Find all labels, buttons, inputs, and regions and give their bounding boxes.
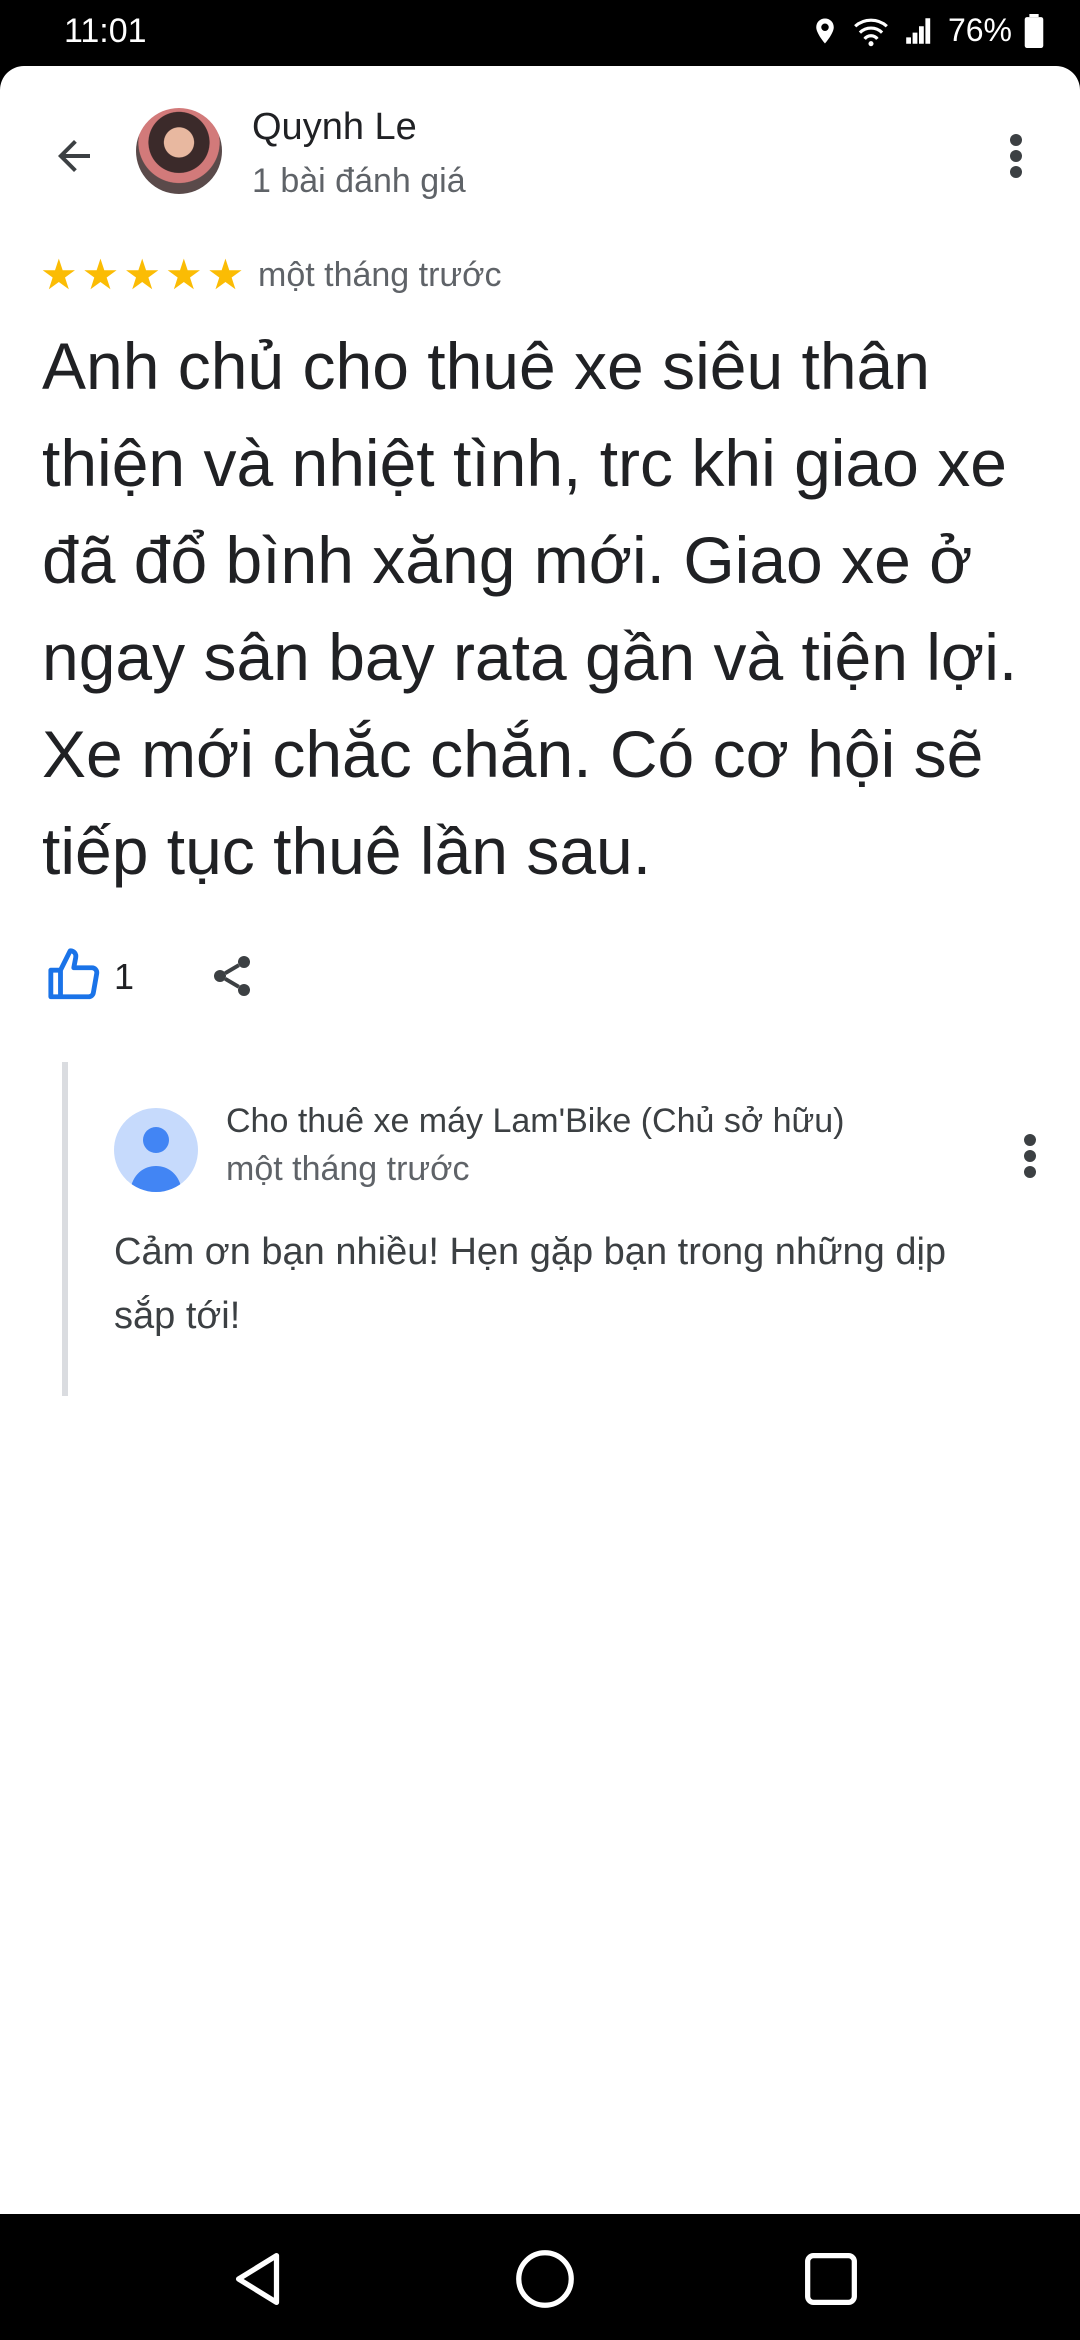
owner-reply: Cho thuê xe máy Lam'Bike (Chủ sở hữu) mộ… xyxy=(62,1062,1036,1396)
circle-home-icon xyxy=(516,2250,574,2308)
owner-reply-time: một tháng trước xyxy=(226,1150,470,1188)
share-icon xyxy=(214,956,250,996)
nav-home-button[interactable] xyxy=(510,2244,580,2314)
star-icon: ★ xyxy=(164,251,203,298)
review-sheet: Quynh Le 1 bài đánh giá ★ ★ ★ ★ ★ một th… xyxy=(0,66,1080,2214)
like-button[interactable] xyxy=(46,946,104,1004)
reviewer-name[interactable]: Quynh Le xyxy=(252,106,417,149)
like-count: 1 xyxy=(114,956,135,997)
owner-reply-text: Cảm ơn bạn nhiều! Hẹn gặp bạn trong nhữn… xyxy=(114,1231,947,1337)
more-vert-icon xyxy=(1024,1134,1036,1178)
status-time: 11:01 xyxy=(64,12,147,50)
triangle-back-icon xyxy=(235,2253,280,2305)
reply-more-options-button[interactable] xyxy=(1010,1126,1050,1186)
battery-level: 76% xyxy=(947,12,1012,48)
person-icon xyxy=(130,1127,182,1192)
battery-icon xyxy=(1024,13,1044,48)
nav-recents-button[interactable] xyxy=(796,2244,866,2314)
square-recents-icon xyxy=(805,2253,857,2305)
nav-back-button[interactable] xyxy=(224,2244,294,2314)
share-button[interactable] xyxy=(208,952,256,1000)
status-bar: 11:01 76% xyxy=(0,0,1080,66)
more-options-button[interactable] xyxy=(996,126,1036,186)
back-button[interactable] xyxy=(44,126,104,186)
owner-avatar xyxy=(114,1108,198,1192)
signal-icon xyxy=(906,17,931,44)
owner-name: Cho thuê xe máy Lam'Bike (Chủ sở hữu) xyxy=(226,1102,845,1140)
star-icon: ★ xyxy=(81,251,120,298)
status-icons: 76% xyxy=(810,12,1044,49)
star-icon: ★ xyxy=(40,251,78,298)
reviewer-avatar[interactable] xyxy=(136,108,222,194)
arrow-back-icon xyxy=(58,140,90,172)
more-vert-icon xyxy=(1010,134,1022,178)
star-icon: ★ xyxy=(123,251,161,298)
review-text: Anh chủ cho thuê xe siêu thân thiện và n… xyxy=(42,329,1018,888)
reviewer-review-count: 1 bài đánh giá xyxy=(252,162,466,200)
wifi-icon xyxy=(854,18,888,46)
star-icon: ★ xyxy=(206,251,245,298)
location-icon xyxy=(816,18,834,43)
review-time: một tháng trước xyxy=(258,256,502,294)
system-nav-bar xyxy=(0,2214,1080,2340)
thumb-up-icon xyxy=(48,948,100,1000)
star-rating: ★ ★ ★ ★ ★ xyxy=(40,254,244,296)
